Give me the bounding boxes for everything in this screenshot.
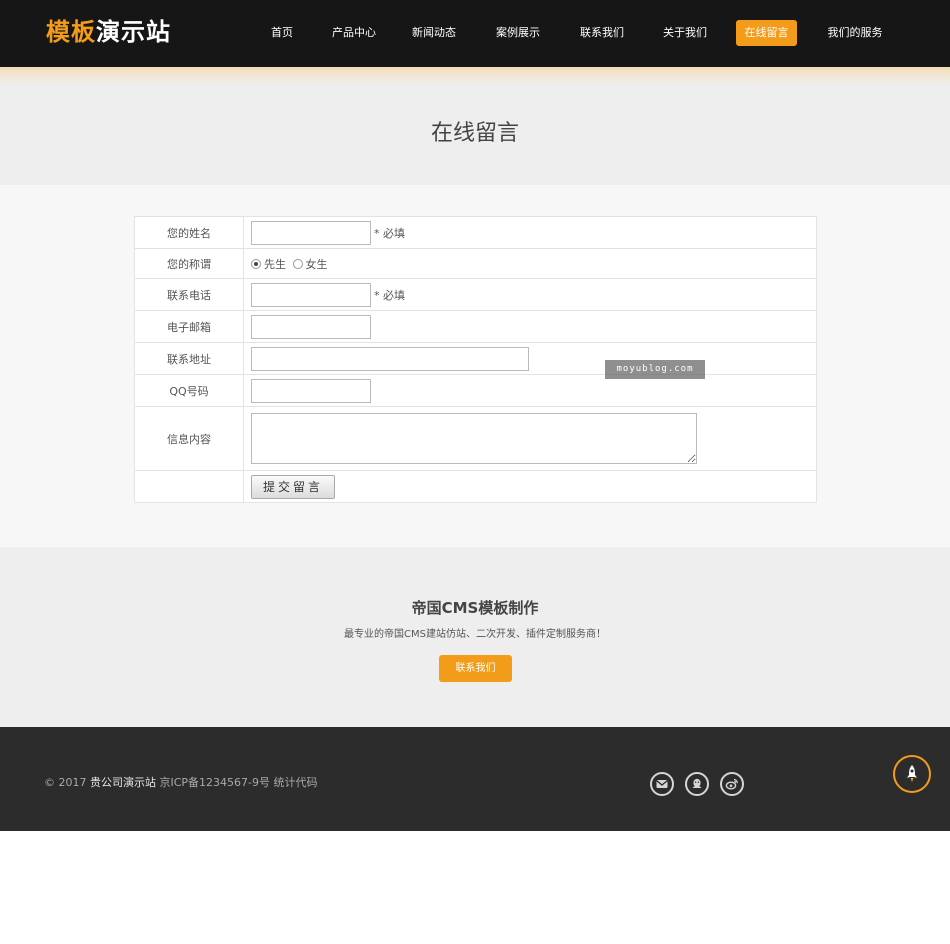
radio-mr[interactable] (251, 258, 261, 269)
content-textarea[interactable] (251, 413, 697, 464)
form-row-content: 信息内容 (134, 406, 817, 471)
nav-item-news[interactable]: 新闻动态 (402, 20, 466, 46)
email-input[interactable] (251, 314, 371, 339)
page-title-band: 在线留言 (0, 85, 950, 185)
footer-copyright: © 2017 贵公司演示站 京ICP备1234567-9号 统计代码 (44, 774, 318, 790)
form-row-title: 您的称谓 先生 女生 (134, 248, 817, 279)
nav-item-about[interactable]: 关于我们 (653, 20, 717, 46)
weibo-icon[interactable] (720, 772, 744, 796)
nav-item-services[interactable]: 我们的服务 (817, 20, 893, 46)
gender-option-mr[interactable]: 先生 (251, 256, 286, 272)
watermark: moyublog.com (605, 360, 705, 379)
header-shadow (0, 67, 950, 85)
address-label: 联系地址 (134, 342, 244, 375)
site-header: 模板演示站 首页 产品中心 新闻动态 案例展示 联系我们 关于我们 在线留言 我… (0, 0, 950, 67)
phone-label: 联系电话 (134, 278, 244, 311)
phone-required-note: * 必填 (374, 288, 405, 302)
form-row-address: 联系地址 (134, 342, 817, 375)
title-label: 您的称谓 (134, 248, 244, 279)
page-title: 在线留言 (430, 121, 519, 146)
phone-input[interactable] (251, 282, 371, 307)
form-row-qq: QQ号码 (134, 374, 817, 407)
rocket-icon (907, 765, 917, 782)
form-section: 您的姓名 * 必填 您的称谓 先生 女生 联系电话 * 必填 电子邮箱 联系地址… (0, 185, 950, 547)
promo-contact-button[interactable]: 联系我们 (439, 655, 512, 682)
stats-code: 统计代码 (273, 776, 318, 789)
site-footer: © 2017 贵公司演示站 京ICP备1234567-9号 统计代码 (0, 727, 950, 831)
nav-item-products[interactable]: 产品中心 (322, 20, 386, 46)
email-label: 电子邮箱 (134, 310, 244, 343)
gender-option-mr-label: 先生 (264, 257, 286, 271)
qq-input[interactable] (251, 378, 371, 403)
submit-button[interactable]: 提交留言 (251, 474, 336, 499)
back-to-top-button[interactable] (893, 755, 931, 793)
name-required-note: * 必填 (374, 226, 405, 240)
nav-item-cases[interactable]: 案例展示 (486, 20, 550, 46)
icp-link[interactable]: 京ICP备1234567-9号 (160, 776, 271, 789)
nav-item-home[interactable]: 首页 (258, 20, 306, 46)
form-row-submit: 提交留言 (134, 470, 817, 503)
site-logo[interactable]: 模板演示站 (46, 15, 171, 49)
qq-icon[interactable] (685, 772, 709, 796)
logo-text-accent: 模板 (46, 18, 96, 46)
name-label: 您的姓名 (134, 216, 244, 249)
radio-ms[interactable] (292, 258, 303, 269)
address-input[interactable] (251, 346, 529, 371)
nav-item-contact[interactable]: 联系我们 (570, 20, 634, 46)
content-label: 信息内容 (134, 406, 244, 471)
footer-company-link[interactable]: 贵公司演示站 (90, 776, 156, 789)
name-input[interactable] (251, 220, 371, 245)
form-row-phone: 联系电话 * 必填 (134, 278, 817, 311)
promo-title: 帝国CMS模板制作 (411, 599, 539, 617)
promo-subtitle: 最专业的帝国CMS建站仿站、二次开发、插件定制服务商！ (344, 629, 606, 640)
qq-label: QQ号码 (134, 374, 244, 407)
gender-option-ms-label: 女生 (305, 257, 328, 271)
logo-text-main: 演示站 (96, 18, 171, 46)
main-nav: 首页 产品中心 新闻动态 案例展示 联系我们 关于我们 在线留言 我们的服务 (258, 20, 893, 46)
envelope-icon[interactable] (650, 772, 674, 796)
promo-section: 帝国CMS模板制作 最专业的帝国CMS建站仿站、二次开发、插件定制服务商！ 联系… (0, 547, 950, 727)
copyright-year: © 2017 (44, 776, 87, 789)
nav-item-guestbook[interactable]: 在线留言 (736, 20, 797, 46)
form-row-email: 电子邮箱 (134, 310, 817, 343)
guestbook-form: 您的姓名 * 必填 您的称谓 先生 女生 联系电话 * 必填 电子邮箱 联系地址… (134, 216, 817, 503)
gender-option-ms[interactable]: 女生 (292, 256, 328, 272)
form-row-name: 您的姓名 * 必填 (134, 216, 817, 249)
